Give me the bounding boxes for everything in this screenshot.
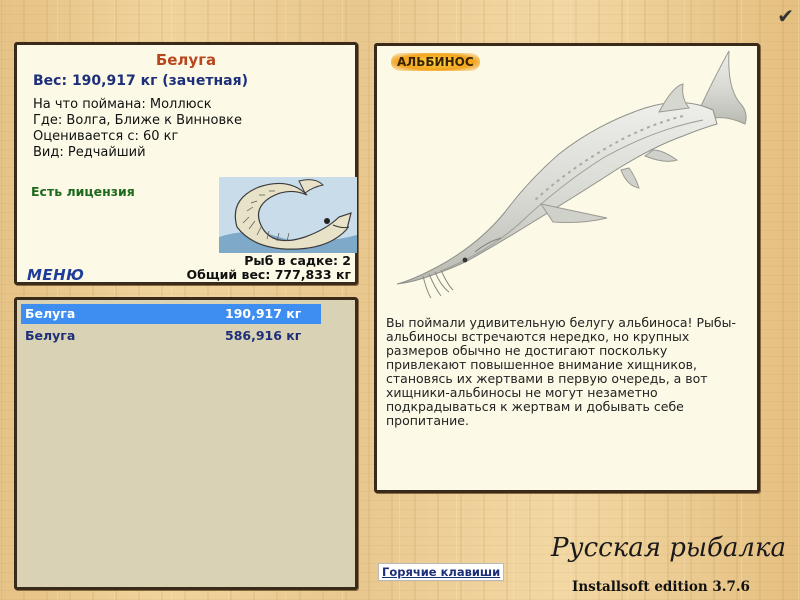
- menu-button[interactable]: МЕНЮ: [27, 266, 84, 284]
- catch-weight: 190,917 кг: [225, 306, 302, 321]
- bait-info: На что поймана: Моллюск: [33, 97, 212, 112]
- keepnet-count: Рыб в садке: 2: [244, 253, 351, 268]
- checkmark-icon[interactable]: ✔: [777, 4, 794, 28]
- catch-weight: 586,916 кг: [225, 328, 302, 343]
- catch-name: Белуга: [25, 328, 76, 343]
- beluga-fish-image: [396, 50, 747, 299]
- catch-name: Белуга: [25, 306, 76, 321]
- hotkeys-link[interactable]: Горячие клавиши: [378, 563, 505, 581]
- kind-info: Вид: Редчайший: [33, 145, 146, 160]
- catch-row[interactable]: Белуга 190,917 кг: [21, 304, 321, 324]
- total-weight: Общий вес: 777,833 кг: [186, 267, 352, 282]
- edition-label: Installsoft edition 3.7.6: [572, 579, 750, 595]
- game-title: Русская рыбалка: [551, 533, 786, 563]
- catch-row[interactable]: Белуга 586,916 кг: [21, 326, 321, 346]
- value-info: Оценивается с: 60 кг: [33, 129, 179, 144]
- fish-weight: Вес: 190,917 кг (зачетная): [33, 73, 248, 89]
- license-status: Есть лицензия: [31, 184, 135, 199]
- location-info: Где: Волга, Ближе к Винновке: [33, 113, 243, 128]
- fish-info-panel: Белуга Вес: 190,917 кг (зачетная) На что…: [14, 42, 358, 285]
- fish-description: Вы поймали удивительную белугу альбиноса…: [386, 315, 736, 428]
- catch-list-panel: Белуга 190,917 кг Белуга 586,916 кг: [14, 297, 358, 590]
- fish-emblem-icon: [219, 177, 357, 253]
- fish-name: Белуга: [155, 51, 217, 69]
- fish-detail-panel: АЛЬБИНОС Вы поймали удивительную белугу: [374, 43, 760, 493]
